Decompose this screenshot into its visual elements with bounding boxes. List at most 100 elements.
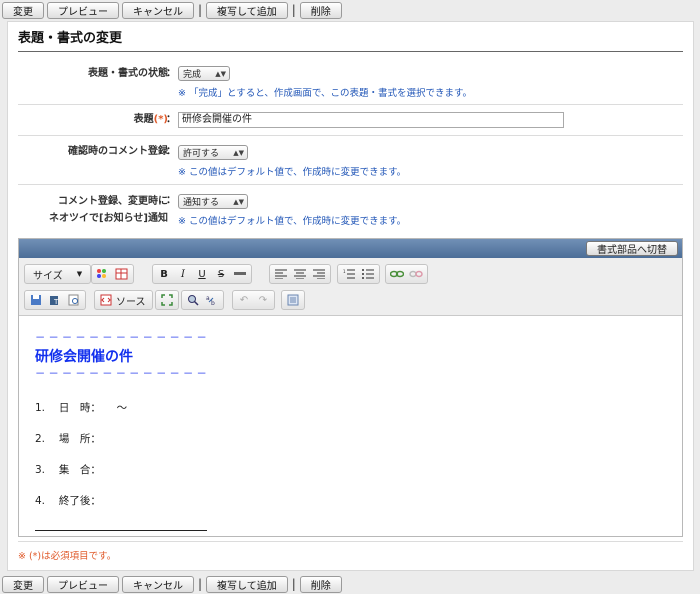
doc-group: T xyxy=(24,290,86,310)
colon: ： xyxy=(166,146,176,157)
dropdown-icon: ▼ xyxy=(76,270,83,278)
editor-header: 書式部品へ切替 xyxy=(19,239,682,258)
format-group: B I U S xyxy=(152,264,252,284)
find-group: ab xyxy=(181,290,224,310)
status-select-value: 完成 xyxy=(183,70,202,80)
note-mark: ※ xyxy=(178,167,186,178)
notify-note-text: この値はデフォルト値で、作成時に変更できます。 xyxy=(189,216,407,227)
content-item-1: 1. 日 時： 〜 xyxy=(35,402,128,414)
status-label: 表題・書式の状態 xyxy=(88,68,168,79)
history-group: ↶ ↷ xyxy=(232,290,275,310)
updown-icon: ▲▼ xyxy=(233,148,244,157)
italic-icon[interactable]: I xyxy=(174,266,192,282)
content-item-4: 4. 終了後： xyxy=(35,495,101,507)
notify-note: ※ この値はデフォルト値で、作成時に変更できます。 xyxy=(178,213,406,227)
bottom-action-bar: 変更 プレビュー キャンセル | 複写して追加 | 削除 xyxy=(0,574,700,594)
table-icon[interactable] xyxy=(113,266,131,282)
required-footnote: ※ (*)は必須項目です。 xyxy=(18,541,683,562)
notify-select-value: 通知する xyxy=(183,198,220,208)
undo-icon[interactable]: ↶ xyxy=(235,292,253,308)
cancel-button[interactable]: キャンセル xyxy=(122,575,194,593)
dashed-line-bottom: −−−−−−−−−−−−−−−−−−−− xyxy=(35,366,207,380)
size-dropdown[interactable]: サイズ ▼ xyxy=(24,264,92,284)
preview-button[interactable]: プレビュー xyxy=(47,575,119,593)
align-group xyxy=(269,264,331,284)
source-button[interactable]: ソース xyxy=(94,290,153,310)
comment-row: 確認時のコメント登録 ： 許可する ▲▼ ※ この値はデフォルト値で、作成時に変… xyxy=(18,136,683,185)
preview-button[interactable]: プレビュー xyxy=(47,1,119,19)
comment-select[interactable]: 許可する ▲▼ xyxy=(178,145,248,160)
content-rule xyxy=(35,530,207,531)
hr-icon[interactable] xyxy=(231,266,249,282)
comment-select-value: 許可する xyxy=(183,149,220,159)
comment-label: 確認時のコメント登録 xyxy=(68,146,168,157)
bullet-list-icon[interactable] xyxy=(359,266,377,282)
comment-note: ※ この値はデフォルト値で、作成時に変更できます。 xyxy=(178,164,406,178)
cancel-button[interactable]: キャンセル xyxy=(122,1,194,19)
source-label: ソース xyxy=(116,296,146,308)
status-row: 表題・書式の状態 ： 完成 ▲▼ ※ 「完成」とすると、作成画面で、この表題・書… xyxy=(18,59,683,105)
notify-label-line1: コメント登録、変更時に xyxy=(58,196,168,207)
dashed-line-top: −−−−−−−−−−−−−−−−−−−− xyxy=(35,330,207,344)
colon: ： xyxy=(166,114,176,125)
content-title: 研修会開催の件 xyxy=(35,349,133,365)
switch-parts-button[interactable]: 書式部品へ切替 xyxy=(586,241,678,256)
content-item-3: 3. 集 合： xyxy=(35,464,101,476)
find-icon[interactable] xyxy=(184,292,202,308)
status-note-text: 「完成」とすると、作成画面で、この表題・書式を選択できます。 xyxy=(189,88,473,99)
edit-button[interactable]: 変更 xyxy=(2,1,44,19)
ordered-list-icon[interactable]: 1 xyxy=(340,266,358,282)
source-icon xyxy=(97,292,115,308)
link-icon[interactable] xyxy=(388,266,406,282)
size-label: サイズ xyxy=(33,270,63,282)
separator: | xyxy=(198,3,203,17)
colon: ： xyxy=(166,195,176,206)
preview-icon[interactable] xyxy=(65,292,83,308)
subject-input[interactable]: 研修会開催の件 xyxy=(178,112,564,128)
svg-text:b: b xyxy=(211,300,215,306)
separator: | xyxy=(198,577,203,591)
edit-button[interactable]: 変更 xyxy=(2,575,44,593)
delete-button[interactable]: 削除 xyxy=(299,575,342,593)
notify-row: コメント登録、変更時に ネオツイで[お知らせ]通知 ： 通知する ▲▼ ※ この… xyxy=(18,185,683,233)
status-note: ※ 「完成」とすると、作成画面で、この表題・書式を選択できます。 xyxy=(178,85,472,99)
notify-label: コメント登録、変更時に ネオツイで[お知らせ]通知 xyxy=(18,193,168,227)
content-item-2: 2. 場 所： xyxy=(35,433,101,445)
link-group xyxy=(385,264,428,284)
page-title: 表題・書式の変更 xyxy=(18,27,683,52)
copy-add-button[interactable]: 複写して追加 xyxy=(206,1,288,19)
redo-icon[interactable]: ↷ xyxy=(254,292,272,308)
editor-content[interactable]: −−−−−−−−−−−−−−−−−−−− 研修会開催の件 −−−−−−−−−−−… xyxy=(19,316,682,536)
color-group xyxy=(91,264,134,284)
subject-row: 表題(*) ： 研修会開催の件 xyxy=(18,105,683,136)
align-center-icon[interactable] xyxy=(291,266,309,282)
colon: ： xyxy=(166,68,176,79)
maximize-group xyxy=(155,290,179,310)
unlink-icon[interactable] xyxy=(407,266,425,282)
bold-icon[interactable]: B xyxy=(155,266,173,282)
top-action-bar: 変更 プレビュー キャンセル | 複写して追加 | 削除 xyxy=(0,0,700,20)
updown-icon: ▲▼ xyxy=(215,69,226,78)
note-mark: ※ xyxy=(178,216,186,227)
replace-icon[interactable]: ab xyxy=(203,292,221,308)
svg-text:T: T xyxy=(53,298,59,306)
paste-text-icon[interactable]: T xyxy=(46,292,64,308)
note-mark: ※ xyxy=(178,88,186,99)
rich-text-editor: 書式部品へ切替 サイズ ▼ B I U S 1 T ソース a b ↶ ↷ −−… xyxy=(18,238,683,537)
strike-icon[interactable]: S xyxy=(212,266,230,282)
subject-label-text: 表題 xyxy=(133,114,154,125)
maximize-icon[interactable] xyxy=(158,292,176,308)
underline-icon[interactable]: U xyxy=(193,266,211,282)
updown-icon: ▲▼ xyxy=(233,197,244,206)
copy-add-button[interactable]: 複写して追加 xyxy=(206,575,288,593)
select-all-icon[interactable] xyxy=(284,292,302,308)
separator: | xyxy=(291,577,296,591)
align-left-icon[interactable] xyxy=(272,266,290,282)
notify-select[interactable]: 通知する ▲▼ xyxy=(178,194,248,209)
separator: | xyxy=(291,3,296,17)
text-color-icon[interactable] xyxy=(94,266,112,282)
delete-button[interactable]: 削除 xyxy=(299,1,342,19)
save-icon[interactable] xyxy=(27,292,45,308)
status-select[interactable]: 完成 ▲▼ xyxy=(178,66,230,81)
align-right-icon[interactable] xyxy=(310,266,328,282)
